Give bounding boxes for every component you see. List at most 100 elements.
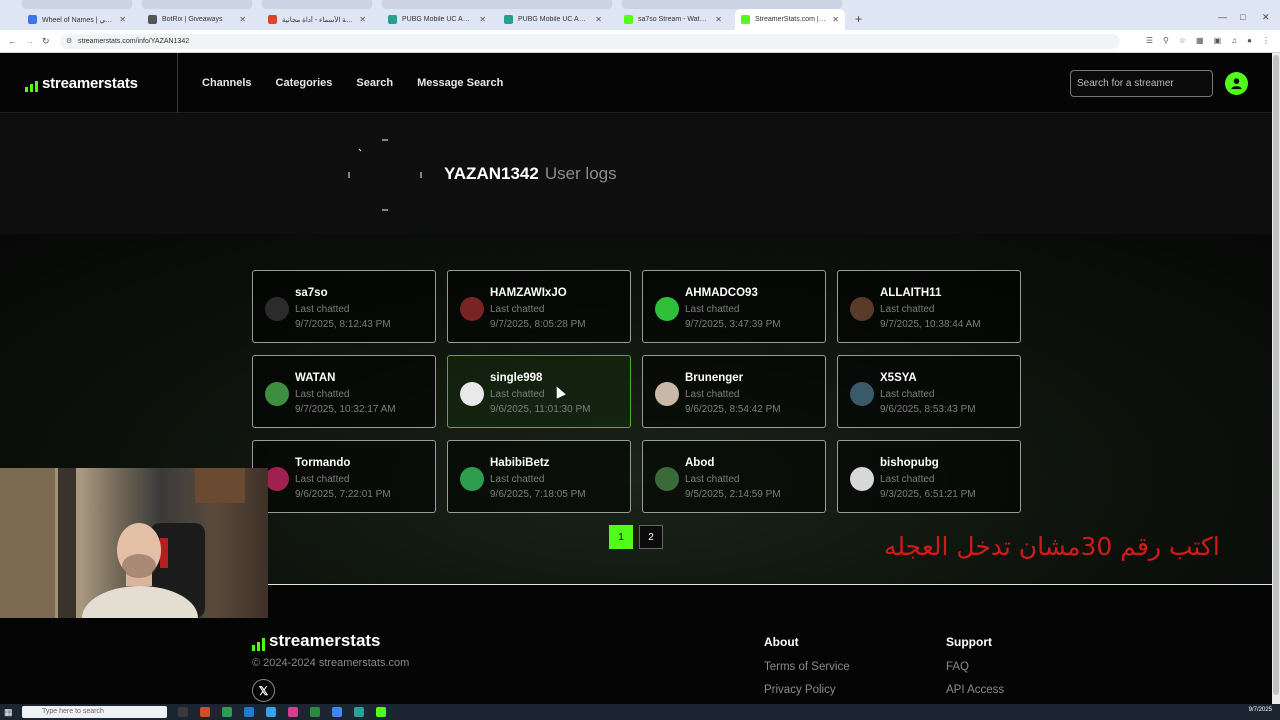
channel-avatar [460, 467, 484, 491]
footer-brand-logo[interactable]: streamerstats [252, 631, 381, 651]
channel-avatar [850, 382, 874, 406]
last-chatted-label: Last chatted [490, 389, 545, 400]
tab-close-icon[interactable]: ✕ [119, 15, 126, 24]
app-icon[interactable] [376, 707, 386, 717]
extension-icon[interactable]: ▦ [1196, 36, 1204, 45]
media-icon[interactable]: ♫ [1231, 36, 1237, 45]
new-tab-button[interactable]: + [855, 12, 862, 26]
channel-card[interactable]: X5SYA Last chatted 9/6/2025, 8:53:43 PM [837, 355, 1021, 428]
browser-tab[interactable]: BotRix | Giveaways ✕ [142, 9, 252, 30]
url-text: streamerstats.com/info/YAZAN1342 [78, 38, 190, 45]
terms-link[interactable]: Terms of Service [764, 661, 850, 673]
faq-link[interactable]: FAQ [946, 661, 1004, 673]
site-header: streamerstats Channels Categories Search… [0, 53, 1272, 113]
channel-card[interactable]: ALLAITH11 Last chatted 9/7/2025, 10:38:44 … [837, 270, 1021, 343]
tab-title: Wheel of Names | تيم العشوائي [42, 16, 113, 24]
last-chatted-label: Last chatted [685, 389, 740, 400]
site-info-icon[interactable]: ⚙ [66, 37, 72, 45]
browser-tab[interactable]: Wheel of Names | تيم العشوائي ✕ [22, 9, 132, 30]
channel-card[interactable]: Brunenger Last chatted 9/6/2025, 8:54:42 P… [642, 355, 826, 428]
tab-favicon-icon [28, 15, 37, 24]
app-icon[interactable] [200, 707, 210, 717]
task-view-icon[interactable] [178, 707, 188, 717]
tab-close-icon[interactable]: ✕ [239, 15, 246, 24]
main-nav: Channels Categories Search Message Searc… [202, 77, 503, 89]
app-icon[interactable] [222, 707, 232, 717]
tab-close-icon[interactable]: ✕ [359, 15, 366, 24]
close-window-icon[interactable]: ✕ [1262, 12, 1270, 23]
reload-icon[interactable]: ↻ [42, 36, 50, 47]
translate-icon[interactable]: ☰ [1146, 36, 1153, 45]
page-button-1[interactable]: 1 [609, 525, 633, 549]
more-menu-icon[interactable]: ⋮ [1262, 36, 1270, 45]
bookmark-star-icon[interactable]: ☆ [1179, 36, 1186, 45]
last-chatted-label: Last chatted [880, 474, 935, 485]
tab-title: برنامج عجلة الأسماء - أداة مجانية [282, 16, 353, 24]
browser-tab[interactable]: برنامج عجلة الأسماء - أداة مجانية ✕ [262, 9, 372, 30]
last-chatted-timestamp: 9/6/2025, 11:01:30 PM [490, 404, 591, 415]
x-social-link[interactable]: 𝕏 [252, 679, 275, 702]
nav-message-search[interactable]: Message Search [417, 77, 503, 89]
back-icon[interactable]: ← [8, 36, 17, 46]
channel-card[interactable]: HabibiBetz Last chatted 9/6/2025, 7:18:05 … [447, 440, 631, 513]
last-chatted-timestamp: 9/7/2025, 10:32:17 AM [295, 404, 396, 415]
browser-tab[interactable]: sa7so Stream - Watch Live on K ✕ [618, 9, 728, 30]
nav-categories[interactable]: Categories [276, 77, 333, 89]
app-icon[interactable] [266, 707, 276, 717]
app-icon[interactable] [288, 707, 298, 717]
brand-name: streamerstats [42, 75, 138, 92]
system-tray-clock[interactable]: 9/7/2025 [1249, 707, 1272, 713]
channel-card[interactable]: bishopubg Last chatted 9/3/2025, 6:51:21 P… [837, 440, 1021, 513]
streamer-search-input[interactable] [1070, 70, 1213, 97]
profile-avatar-loading-icon [348, 139, 422, 211]
api-access-link[interactable]: API Access [946, 684, 1004, 696]
taskbar-date: 9/7/2025 [1248, 707, 1272, 713]
tab-close-icon[interactable]: ✕ [479, 15, 486, 24]
channel-avatar [265, 297, 289, 321]
channel-card[interactable]: AHMADCO93 Last chatted 9/7/2025, 3:47:39 P… [642, 270, 826, 343]
page-scrollbar[interactable] [1272, 53, 1280, 710]
channel-card[interactable]: sa7so Last chatted 9/7/2025, 8:12:43 PM [252, 270, 436, 343]
app-icon[interactable] [354, 707, 364, 717]
channel-card[interactable]: single998 Last chatted 9/6/2025, 11:01:30 … [447, 355, 631, 428]
tab-favicon-icon [268, 15, 277, 24]
scrollbar-thumb[interactable] [1273, 55, 1279, 695]
chrome-icon[interactable] [332, 707, 342, 717]
channel-avatar [265, 467, 289, 491]
browser-tab[interactable]: PUBG Mobile UC Australia | Off ✕ [382, 9, 492, 30]
channel-card[interactable]: HAMZAWIxJO Last chatted 9/7/2025, 8:05:28 … [447, 270, 631, 343]
footer-about-column: About Terms of Service Privacy Policy [764, 635, 850, 707]
brand-logo[interactable]: streamerstats [25, 75, 138, 92]
browser-tab[interactable]: PUBG Mobile UC Australia | Off ✕ [498, 9, 608, 30]
channel-card[interactable]: Tormando Last chatted 9/6/2025, 7:22:01 PM [252, 440, 436, 513]
taskbar-search-field[interactable]: Type here to search [22, 706, 167, 718]
channel-avatar [655, 297, 679, 321]
zoom-icon[interactable]: ⚲ [1163, 36, 1169, 45]
forward-icon[interactable]: → [25, 36, 34, 46]
app-icon[interactable] [310, 707, 320, 717]
minimize-icon[interactable]: — [1218, 12, 1227, 22]
extensions-puzzle-icon[interactable]: ▣ [1214, 36, 1222, 45]
os-taskbar: ▦ Type here to search 9/7/2025 [0, 704, 1280, 720]
taskbar-search-placeholder: Type here to search [42, 708, 104, 715]
windows-start-icon[interactable]: ▦ [4, 707, 13, 718]
tab-close-icon[interactable]: ✕ [595, 15, 602, 24]
app-icon[interactable] [244, 707, 254, 717]
profile-icon[interactable]: ● [1247, 36, 1252, 45]
nav-search[interactable]: Search [356, 77, 393, 89]
user-account-button[interactable] [1225, 72, 1248, 95]
last-chatted-label: Last chatted [490, 304, 545, 315]
url-field[interactable]: ⚙ streamerstats.com/info/YAZAN1342 [60, 34, 1120, 49]
page-button-2[interactable]: 2 [639, 525, 663, 549]
last-chatted-timestamp: 9/6/2025, 8:53:43 PM [880, 404, 976, 415]
nav-channels[interactable]: Channels [202, 77, 252, 89]
browser-tab[interactable]: StreamerStats.com | #1 Kick An ✕ [735, 9, 845, 30]
tab-title: PUBG Mobile UC Australia | Off [518, 16, 589, 23]
maximize-icon[interactable]: □ [1240, 12, 1245, 22]
tab-close-icon[interactable]: ✕ [715, 15, 722, 24]
tab-close-icon[interactable]: ✕ [832, 15, 839, 24]
last-chatted-label: Last chatted [295, 474, 350, 485]
channel-card[interactable]: Abod Last chatted 9/5/2025, 2:14:59 PM [642, 440, 826, 513]
channel-card[interactable]: WATAN Last chatted 9/7/2025, 10:32:17 AM [252, 355, 436, 428]
privacy-link[interactable]: Privacy Policy [764, 684, 850, 696]
